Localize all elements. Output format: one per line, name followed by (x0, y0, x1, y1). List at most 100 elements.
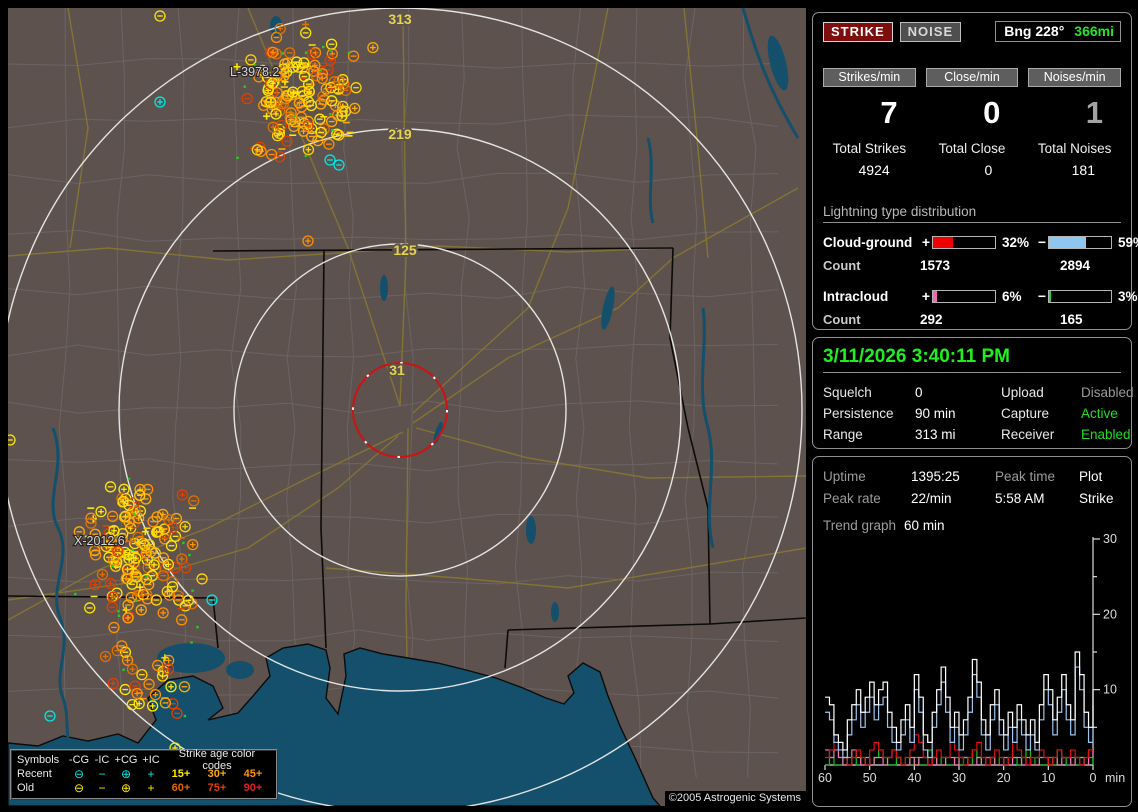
svg-text:31: 31 (389, 362, 405, 378)
uptime-label: Uptime (823, 469, 911, 484)
svg-text:0: 0 (1090, 771, 1097, 785)
range-label: Range (823, 427, 915, 442)
legend-row-old-label: Old (17, 782, 67, 794)
strikes-per-min-value: 7 (823, 95, 916, 135)
svg-text:min: min (1105, 771, 1125, 785)
capture-label: Capture (1001, 406, 1081, 421)
svg-text:20: 20 (997, 771, 1011, 785)
svg-text:10: 10 (1103, 683, 1117, 697)
ic-positive-count: 292 (920, 312, 1060, 327)
range-value: 313 mi (915, 427, 1001, 442)
cg-negative-count: 2894 (1060, 258, 1121, 273)
lightning-map[interactable]: 313 219 125 31 L-3978.2 X-2012.6 Symbols -CG … (8, 8, 806, 806)
legend-symbols-header: Symbols (17, 754, 67, 766)
status-panel: 3/11/2026 3:40:11 PM Squelch 0 Upload Di… (812, 337, 1132, 449)
ic-count-label: Count (823, 312, 920, 327)
session-panel: Uptime 1395:25 Peak time Plot Peak rate … (812, 456, 1132, 807)
pos-ic-old-icon: + (139, 782, 163, 794)
squelch-label: Squelch (823, 385, 915, 400)
ic-minus-sign: − (1036, 288, 1048, 304)
upload-label: Upload (1001, 385, 1081, 400)
persistence-value: 90 min (915, 406, 1001, 421)
strikes-per-min-button[interactable]: Strikes/min (823, 68, 916, 87)
sidebar: STRIKE NOISE Bng 228° 366mi Strikes/min C… (812, 12, 1132, 807)
bearing-value: Bng 228° (1004, 23, 1064, 39)
distribution-title: Lightning type distribution (823, 204, 1121, 223)
svg-text:10: 10 (1041, 771, 1055, 785)
svg-text:125: 125 (393, 242, 417, 258)
age-code-90: 90+ (235, 782, 271, 794)
cg-plus-sign: + (920, 234, 932, 250)
total-noises-value: 181 (1028, 162, 1121, 178)
cg-positive-percent: 32% (996, 235, 1036, 250)
cg-positive-count: 1573 (920, 258, 1060, 273)
bearing-range-value: 366mi (1074, 23, 1114, 39)
strike-legend: Symbols -CG -IC +CG +IC Strike age color… (10, 749, 278, 800)
age-code-45: 45+ (235, 768, 271, 780)
legend-col-pos-ic: +IC (139, 754, 163, 766)
pos-cg-old-icon: ⊕ (113, 782, 139, 794)
svg-text:40: 40 (907, 771, 921, 785)
noises-per-min-button[interactable]: Noises/min (1028, 68, 1121, 87)
neg-ic-recent-icon: − (91, 768, 113, 780)
svg-text:313: 313 (388, 11, 412, 27)
legend-col-pos-cg: +CG (113, 754, 139, 766)
copyright-notice: ©2005 Astrogenic Systems (665, 791, 806, 806)
cg-negative-bar (1048, 236, 1112, 249)
svg-text:60: 60 (818, 771, 832, 785)
receiver-status: Enabled (1081, 427, 1134, 442)
persistence-label: Persistence (823, 406, 915, 421)
svg-text:L-3978.2: L-3978.2 (230, 65, 279, 79)
close-per-min-button[interactable]: Close/min (926, 68, 1019, 87)
peak-time-label: Peak time (995, 469, 1079, 484)
peak-rate-label: Peak rate (823, 491, 911, 506)
svg-text:20: 20 (1103, 607, 1117, 621)
total-noises-label: Total Noises (1028, 141, 1121, 156)
map-canvas: 313 219 125 31 L-3978.2 X-2012.6 (8, 8, 806, 806)
upload-status: Disabled (1081, 385, 1134, 400)
noise-mode-button[interactable]: NOISE (900, 22, 961, 42)
bearing-readout: Bng 228° 366mi (995, 21, 1121, 42)
strike-mode-button[interactable]: STRIKE (823, 22, 893, 42)
peak-time-value: 5:58 AM (995, 491, 1079, 506)
total-strikes-label: Total Strikes (823, 141, 916, 156)
ic-negative-bar (1048, 290, 1112, 303)
legend-col-neg-cg: -CG (67, 754, 91, 766)
age-code-15: 15+ (163, 768, 199, 780)
uptime-value: 1395:25 (911, 469, 995, 484)
datetime-display: 3/11/2026 3:40:11 PM (823, 346, 1121, 373)
neg-ic-old-icon: − (91, 782, 113, 794)
total-strikes-value: 4924 (823, 162, 916, 178)
ic-plus-sign: + (920, 288, 932, 304)
noises-per-min-value: 1 (1028, 95, 1121, 135)
peak-rate-value: 22/min (911, 491, 995, 506)
pos-cg-recent-icon: ⊕ (113, 768, 139, 780)
neg-cg-old-icon: ⊖ (67, 782, 91, 794)
svg-text:X-2012.6: X-2012.6 (74, 534, 125, 548)
plot-label: Plot (1079, 469, 1121, 484)
trend-graph: 1020306050403020100min (817, 533, 1125, 785)
cg-minus-sign: − (1036, 234, 1048, 250)
age-code-75: 75+ (199, 782, 235, 794)
legend-col-neg-ic: -IC (91, 754, 113, 766)
plot-type-value: Strike (1079, 491, 1121, 506)
receiver-label: Receiver (1001, 427, 1081, 442)
neg-cg-recent-icon: ⊖ (67, 768, 91, 780)
svg-text:219: 219 (388, 126, 412, 142)
squelch-value: 0 (915, 385, 1001, 400)
capture-status: Active (1081, 406, 1134, 421)
ic-positive-bar (932, 290, 996, 303)
ic-negative-count: 165 (1060, 312, 1121, 327)
stats-panel: STRIKE NOISE Bng 228° 366mi Strikes/min C… (812, 12, 1132, 330)
pos-ic-recent-icon: + (139, 768, 163, 780)
legend-row-recent-label: Recent (17, 768, 67, 780)
svg-text:50: 50 (863, 771, 877, 785)
cg-negative-percent: 59% (1112, 235, 1138, 250)
ic-positive-percent: 6% (996, 289, 1036, 304)
age-code-60: 60+ (163, 782, 199, 794)
cg-positive-bar (932, 236, 996, 249)
intracloud-label: Intracloud (823, 289, 920, 304)
total-close-label: Total Close (926, 141, 1019, 156)
cloud-ground-label: Cloud-ground (823, 235, 920, 250)
svg-text:30: 30 (952, 771, 966, 785)
